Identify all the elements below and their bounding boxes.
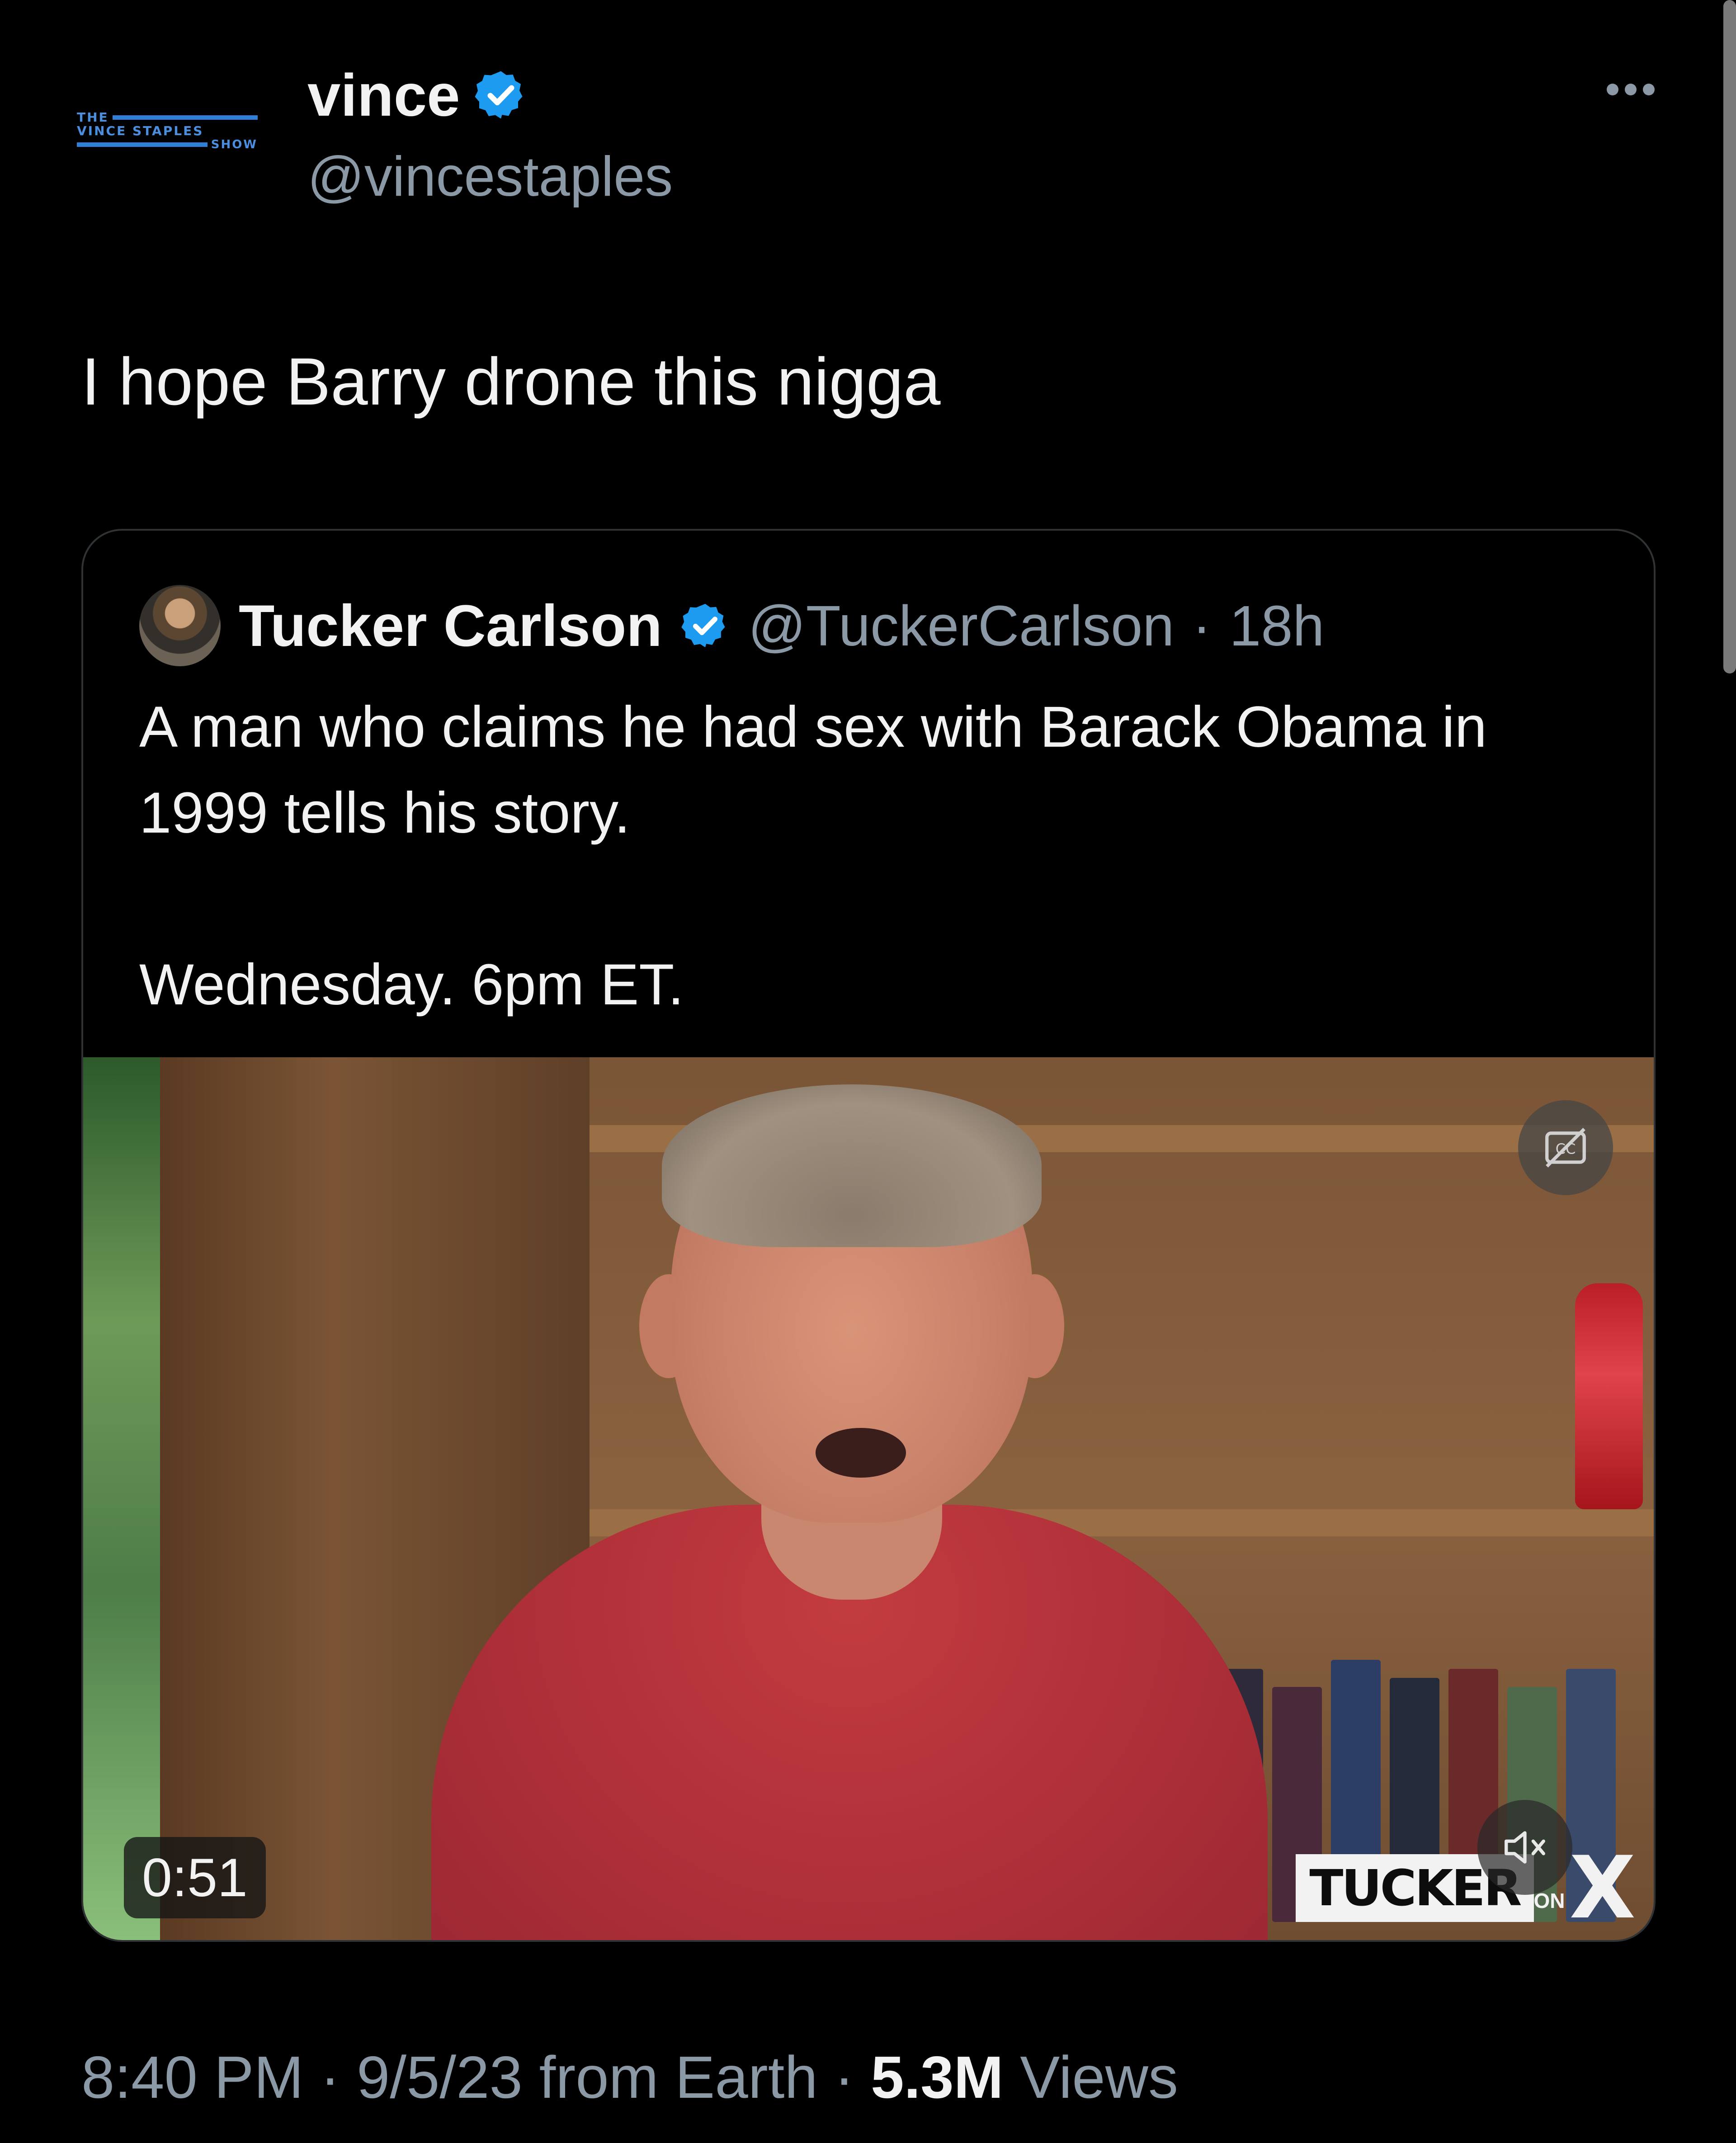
quoted-verified-badge-icon	[681, 603, 725, 648]
footer-separator: ·	[320, 2044, 340, 2110]
author-display-name[interactable]: vince	[307, 61, 460, 129]
avatar-logo-bottom: SHOW	[77, 138, 258, 151]
video-scene-window	[83, 1057, 160, 1940]
avatar-logo-text-the: THE	[77, 110, 109, 125]
avatar-logo-text-show: SHOW	[211, 138, 258, 151]
tweet-text: I hope Barry drone this nigga	[81, 344, 941, 419]
quoted-author-name[interactable]: Tucker Carlson	[239, 592, 662, 659]
verified-badge-icon	[475, 71, 523, 119]
avatar-logo-text-name: VINCE STAPLES	[77, 123, 204, 138]
quoted-tweet-text: A man who claims he had sex with Barack …	[139, 684, 1586, 1028]
views-count[interactable]: 5.3M	[871, 2044, 1003, 2110]
video-player[interactable]: CC 0:51 TUCKER ON X	[83, 1057, 1654, 1940]
author-name-row: vince	[307, 59, 528, 131]
more-options-icon[interactable]	[1607, 84, 1655, 95]
footer-separator: ·	[834, 2044, 854, 2110]
tucker-watermark-x: X	[1569, 1838, 1636, 1938]
quoted-tweet-header: Tucker Carlson @TuckerCarlson · 18h	[139, 580, 1324, 671]
tweet-time[interactable]: 8:40 PM	[81, 2044, 304, 2110]
captions-button[interactable]: CC	[1518, 1100, 1613, 1195]
tweet-date[interactable]: 9/5/23	[357, 2044, 523, 2110]
video-person-mouth	[816, 1428, 906, 1478]
tweet-footer-meta: 8:40 PM · 9/5/23 from Earth · 5.3M Views	[81, 2043, 1178, 2111]
quoted-tweet-card[interactable]: Tucker Carlson @TuckerCarlson · 18h A ma…	[81, 529, 1656, 1942]
speaker-muted-icon	[1505, 1831, 1545, 1864]
scrollbar-thumb[interactable]	[1723, 0, 1736, 674]
views-label[interactable]: Views	[1020, 2044, 1178, 2110]
quoted-text-line-1: A man who claims he had sex with Barack …	[139, 695, 1487, 845]
avatar-logo-top: THE	[77, 111, 258, 124]
closed-captions-off-icon: CC	[1545, 1128, 1586, 1168]
tweet-source: from Earth	[539, 2044, 818, 2110]
quoted-text-line-2: Wednesday. 6pm ET.	[139, 952, 684, 1017]
author-avatar[interactable]: THE VINCE STAPLES SHOW	[77, 97, 276, 165]
quoted-separator: ·	[1192, 593, 1212, 658]
avatar-logo-middle: VINCE STAPLES	[77, 124, 258, 138]
video-duration-badge: 0:51	[124, 1837, 266, 1918]
author-handle[interactable]: @vincestaples	[307, 145, 673, 209]
video-person-hair	[662, 1084, 1042, 1247]
mute-button[interactable]	[1477, 1800, 1572, 1895]
quoted-author-avatar[interactable]	[139, 585, 221, 666]
video-scene-lantern	[1575, 1283, 1643, 1509]
tucker-watermark-logo: TUCKER ON X	[1296, 1838, 1636, 1938]
quoted-timestamp[interactable]: 18h	[1229, 593, 1324, 659]
quoted-author-handle[interactable]: @TuckerCarlson	[748, 593, 1174, 659]
